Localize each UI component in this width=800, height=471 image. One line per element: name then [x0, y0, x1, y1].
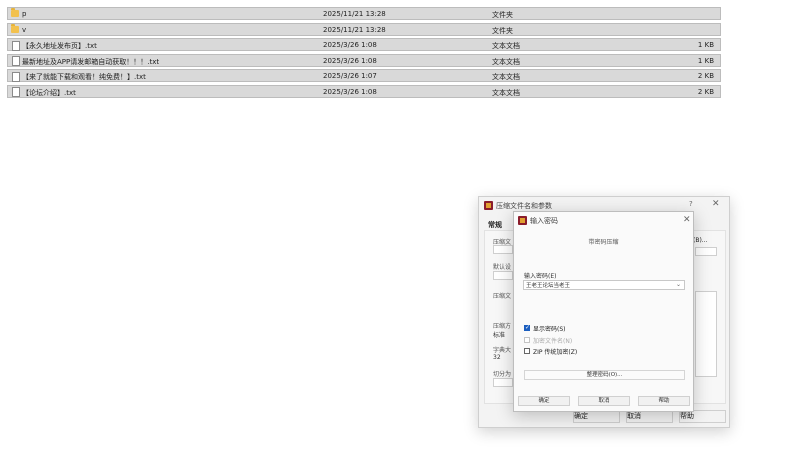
- show-password-label: 显示密码(S): [533, 325, 566, 333]
- password-dialog: 输入密码 ✕ 带密码压缩 输入密码(E) ⌄ 显示密码(S) 加密文件名(N) …: [513, 211, 694, 412]
- encrypt-filenames-checkbox: [524, 337, 530, 343]
- file-date: 2025/3/26 1:08: [323, 56, 377, 65]
- chevron-down-icon[interactable]: ⌄: [676, 281, 681, 288]
- password-ok-button[interactable]: 确定: [518, 396, 570, 406]
- compression-method-label: 压缩方: [493, 323, 512, 330]
- file-type: 文本文档: [492, 42, 520, 50]
- dictionary-size-value: 32: [493, 354, 501, 361]
- zip-legacy-option[interactable]: ZIP 传统加密(Z): [524, 347, 578, 356]
- file-name: v: [22, 25, 27, 34]
- file-size: 2 KB: [697, 87, 714, 96]
- text-file-icon: [12, 40, 20, 51]
- file-date: 2025/3/26 1:07: [323, 72, 377, 80]
- file-row[interactable]: 【来了就能下载和观看！纯免费！】.txt 2025/3/26 1:07 文本文档 2 …: [7, 69, 721, 82]
- file-list: p 2025/11/21 13:28 文件夹 v 2025/11/21 13:28 文件夹…: [7, 7, 721, 100]
- file-date: 2025/3/26 1:08: [323, 87, 377, 96]
- file-row[interactable]: v 2025/11/21 13:28 文件夹: [7, 22, 721, 36]
- zip-legacy-checkbox[interactable]: [524, 348, 530, 354]
- split-volumes-field[interactable]: [493, 378, 513, 387]
- password-label: 输入密码(E): [524, 273, 557, 280]
- file-name: 最新地址及APP请发邮箱自动获取！！！.txt: [22, 57, 160, 66]
- file-date: 2025/11/21 13:28: [323, 25, 386, 34]
- help-icon[interactable]: ?: [689, 200, 693, 208]
- folder-icon: [11, 8, 19, 17]
- file-size: 1 KB: [697, 41, 714, 49]
- encrypt-filenames-option: 加密文件名(N): [524, 336, 573, 345]
- archive-format-label: 压缩文: [493, 293, 512, 300]
- file-row[interactable]: 【论坛介绍】.txt 2025/3/26 1:08 文本文档 2 KB: [7, 84, 721, 98]
- close-icon[interactable]: ✕: [712, 199, 720, 209]
- zip-legacy-label: ZIP 传统加密(Z): [533, 348, 578, 356]
- password-dialog-header: 带密码压缩: [588, 239, 619, 246]
- password-cancel-button[interactable]: 取消: [578, 396, 630, 406]
- archive-dialog-title: 压缩文件名和参数: [496, 202, 552, 210]
- file-type: 文本文档: [492, 73, 520, 81]
- text-file-icon: [12, 56, 20, 66]
- password-help-button[interactable]: 帮助: [638, 396, 690, 406]
- show-password-checkbox[interactable]: [524, 324, 530, 331]
- text-file-icon: [12, 71, 20, 82]
- encrypt-filenames-label: 加密文件名(N): [533, 337, 573, 345]
- default-profile-label: 默认设: [493, 264, 512, 271]
- winrar-logo-icon: [518, 216, 527, 225]
- archive-dialog-titlebar: 压缩文件名和参数 ? ✕: [479, 197, 729, 212]
- file-name: 【来了就能下载和观看！纯免费！】.txt: [22, 73, 146, 81]
- split-volumes-label: 切分为: [493, 371, 512, 378]
- file-date: 2025/3/26 1:08: [323, 41, 377, 49]
- file-row[interactable]: 【永久地址发布页】.txt 2025/3/26 1:08 文本文档 1 KB: [7, 38, 721, 51]
- tab-general[interactable]: 常规: [488, 220, 502, 230]
- file-name: 【永久地址发布页】.txt: [22, 42, 97, 50]
- show-password-option[interactable]: 显示密码(S): [524, 324, 566, 333]
- archive-name-dropdown[interactable]: [695, 247, 717, 256]
- organize-passwords-button[interactable]: 整理密码(O)...: [524, 370, 685, 380]
- dictionary-size-label: 字典大: [493, 347, 512, 354]
- file-name: p: [22, 10, 27, 18]
- file-row[interactable]: 最新地址及APP请发邮箱自动获取！！！.txt 2025/3/26 1:08 文本文…: [7, 53, 721, 67]
- file-type: 文件夹: [492, 11, 513, 19]
- password-dialog-title: 输入密码: [530, 217, 558, 225]
- close-icon[interactable]: ✕: [683, 215, 691, 225]
- file-date: 2025/11/21 13:28: [323, 10, 386, 18]
- file-size: 1 KB: [697, 56, 714, 65]
- file-row[interactable]: p 2025/11/21 13:28 文件夹: [7, 7, 721, 20]
- compression-method-value: 标准: [493, 332, 506, 339]
- password-field[interactable]: ⌄: [523, 280, 685, 290]
- file-type: 文本文档: [492, 88, 520, 97]
- file-type: 文件夹: [492, 26, 513, 35]
- file-name: 【论坛介绍】.txt: [22, 88, 76, 97]
- browse-button[interactable]: (B)...: [693, 237, 708, 244]
- text-file-icon: [12, 87, 20, 97]
- folder-icon: [11, 23, 19, 33]
- password-input[interactable]: [525, 281, 673, 289]
- file-size: 2 KB: [697, 72, 714, 80]
- profile-field[interactable]: [493, 271, 513, 280]
- winrar-logo-icon: [484, 201, 493, 210]
- options-box: [695, 291, 717, 377]
- archive-name-field[interactable]: [493, 245, 513, 254]
- file-type: 文本文档: [492, 57, 520, 66]
